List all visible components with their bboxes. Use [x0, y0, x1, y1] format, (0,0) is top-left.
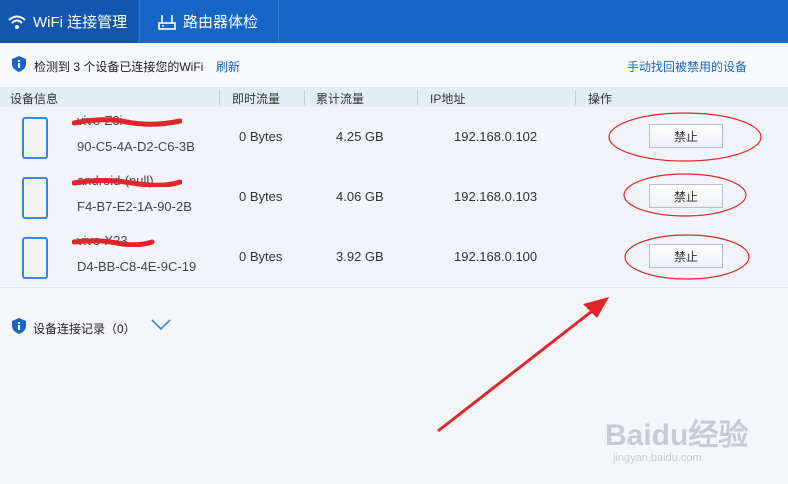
instant-traffic: 0 Bytes: [239, 249, 283, 264]
total-traffic: 3.92 GB: [336, 249, 384, 264]
column-divider: [575, 90, 576, 105]
connected-devices-text: 检测到 3 个设备已连接您的WiFi: [34, 60, 204, 74]
table-header: 设备信息 即时流量 累计流量 IP地址 操作: [0, 88, 788, 108]
tab-wifi-management[interactable]: WiFi 连接管理: [0, 0, 138, 43]
column-divider: [219, 90, 220, 105]
annotation-ellipse: [624, 234, 750, 280]
phone-icon: [22, 237, 48, 279]
tab-label: 路由器体检: [183, 14, 259, 31]
phone-icon: [22, 177, 48, 219]
watermark-brand: Baidu经验: [605, 419, 749, 452]
wifi-icon: [8, 15, 26, 29]
device-mac: D4-BB-C8-4E-9C-19: [77, 259, 197, 274]
instant-traffic: 0 Bytes: [239, 189, 283, 204]
redaction-scribble: [72, 178, 182, 187]
ip-address: 192.168.0.103: [454, 189, 538, 204]
annotation-ellipse: [608, 112, 762, 162]
phone-icon: [22, 117, 48, 159]
refresh-link[interactable]: 刷新: [216, 58, 240, 75]
column-divider: [304, 90, 305, 105]
shield-icon: [12, 318, 26, 334]
total-traffic: 4.06 GB: [336, 189, 384, 204]
total-traffic: 4.25 GB: [336, 129, 384, 144]
tab-label: WiFi 连接管理: [33, 14, 128, 31]
device-mac: 90-C5-4A-D2-C6-3B: [77, 139, 195, 154]
column-header: 累计流量: [316, 92, 365, 106]
column-header: 设备信息: [10, 92, 59, 106]
annotation-ellipse: [623, 173, 747, 217]
watermark-url: jingyan.baidu.com: [613, 452, 702, 464]
redaction-scribble: [72, 238, 155, 247]
connection-record-label: 设备连接记录（0）: [33, 322, 136, 336]
column-divider: [417, 90, 418, 105]
device-mac: F4-B7-E2-1A-90-2B: [77, 199, 192, 214]
instant-traffic: 0 Bytes: [239, 129, 283, 144]
redaction-scribble: [72, 117, 182, 127]
router-icon: [158, 14, 176, 30]
info-bar: 检测到 3 个设备已连接您的WiFi 刷新 手动找回被禁用的设备: [0, 43, 788, 88]
chevron-down-icon[interactable]: [150, 318, 172, 332]
shield-icon: [12, 56, 26, 72]
tab-router-checkup[interactable]: 路由器体检: [139, 0, 279, 43]
column-header: 操作: [588, 92, 613, 106]
column-header: IP地址: [430, 92, 466, 106]
recover-banned-devices-link[interactable]: 手动找回被禁用的设备: [627, 58, 747, 75]
ip-address: 192.168.0.100: [454, 249, 538, 264]
column-header: 即时流量: [232, 92, 281, 106]
ip-address: 192.168.0.102: [454, 129, 538, 144]
top-bar: WiFi 连接管理 路由器体检: [0, 0, 788, 43]
watermark: Baidu经验 jingyan.baidu.com: [603, 400, 783, 470]
